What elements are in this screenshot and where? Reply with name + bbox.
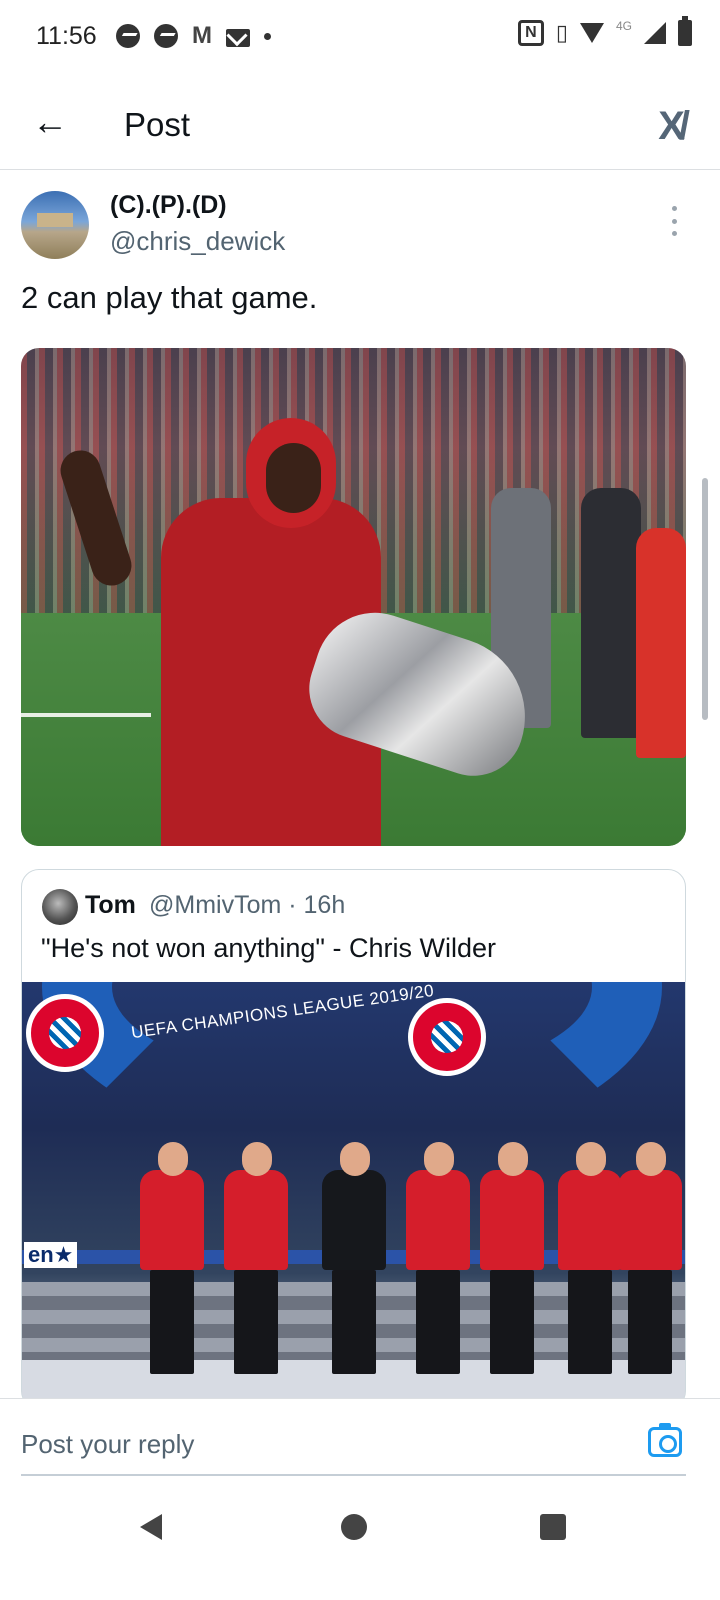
battery-icon <box>678 16 692 46</box>
status-bar: 11:56 M N ▯ 4G <box>0 0 720 78</box>
post-text: 2 can play that game. <box>21 280 318 315</box>
camera-icon[interactable] <box>648 1423 682 1457</box>
team-member <box>618 1142 682 1382</box>
vibrate-icon: ▯ <box>555 20 568 45</box>
nfc-icon: N <box>517 20 544 46</box>
gmail-icon: M <box>192 22 212 49</box>
reply-input[interactable]: Post your reply <box>21 1429 194 1460</box>
top-app-bar: ← Post X/ <box>0 78 720 170</box>
club-badge-icon <box>408 998 486 1076</box>
author-handle[interactable]: @chris_dewick <box>110 226 285 257</box>
reply-divider <box>21 1474 686 1476</box>
quoted-post[interactable]: Tom @MmivTom · 16h "He's not won anythin… <box>21 869 686 1409</box>
player-face <box>266 443 321 513</box>
quoted-author-name: Tom <box>85 891 136 919</box>
status-time: 11:56 <box>36 22 97 50</box>
team-member <box>558 1142 622 1382</box>
pitch-line <box>21 713 151 717</box>
messenger-icon <box>154 24 178 48</box>
nav-back-icon[interactable] <box>140 1514 162 1540</box>
club-badge-icon <box>26 994 104 1072</box>
notification-icons: M <box>116 24 271 48</box>
team-member <box>140 1142 204 1382</box>
team-member <box>322 1142 386 1382</box>
more-notifications-icon <box>264 32 271 40</box>
messenger-icon <box>116 24 140 48</box>
author-avatar[interactable] <box>21 191 89 259</box>
x-logo-icon[interactable]: X/ <box>658 104 690 149</box>
back-arrow-icon[interactable]: ← <box>28 100 72 144</box>
reply-bar: Post your reply <box>0 1398 720 1490</box>
system-navigation-bar <box>0 1490 720 1600</box>
quoted-post-text: "He's not won anything" - Chris Wilder <box>41 933 496 963</box>
quoted-author-handle-time: @MmivTom · 16h <box>149 891 346 919</box>
spectator-figure <box>636 528 686 758</box>
mail-icon <box>226 28 250 47</box>
system-icons: N ▯ 4G <box>517 16 692 46</box>
signal-icon <box>644 22 666 44</box>
nav-home-icon[interactable] <box>341 1514 367 1540</box>
post-image[interactable] <box>21 348 686 846</box>
more-options-icon[interactable] <box>666 206 682 236</box>
nav-recents-icon[interactable] <box>540 1514 566 1540</box>
scrollbar[interactable] <box>702 478 708 720</box>
team-member <box>480 1142 544 1382</box>
team-member <box>224 1142 288 1382</box>
quoted-author-avatar <box>42 889 78 925</box>
author-display-name[interactable]: (C).(P).(D) <box>110 191 227 220</box>
page-title: Post <box>124 106 191 143</box>
wifi-icon <box>579 23 604 43</box>
sponsor-board: en★ <box>24 1242 78 1268</box>
quoted-post-image[interactable]: UEFA CHAMPIONS LEAGUE 2019/20 en★ <box>22 982 685 1398</box>
official-figure <box>581 488 641 738</box>
team-member <box>406 1142 470 1382</box>
network-type: 4G <box>615 19 632 33</box>
